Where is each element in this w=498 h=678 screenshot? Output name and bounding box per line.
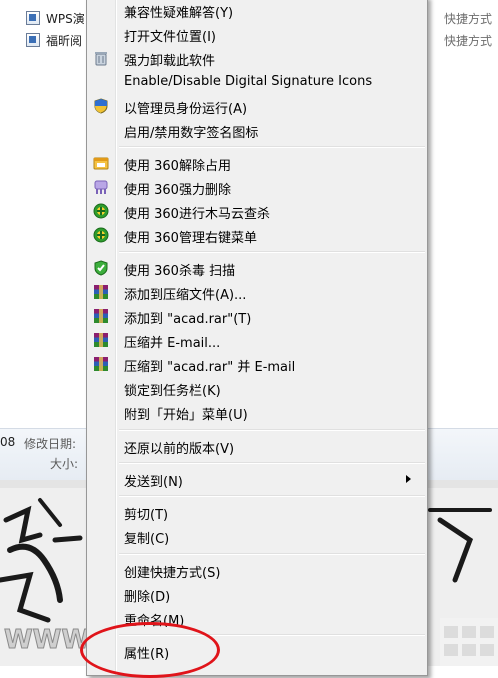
menu-item-compress-and-email[interactable]: 压缩并 E-mail... bbox=[89, 328, 425, 352]
menu-item-delete[interactable]: 删除(D) bbox=[89, 582, 425, 606]
menu-separator bbox=[119, 495, 425, 497]
menu-separator bbox=[119, 634, 425, 636]
menu-item-label: 强力卸载此软件 bbox=[124, 54, 216, 69]
menu-item-force-uninstall[interactable]: 强力卸载此软件 bbox=[89, 46, 425, 70]
menu-item-label: 还原以前的版本(V) bbox=[124, 442, 235, 457]
menu-item-label: 启用/禁用数字签名图标 bbox=[124, 126, 259, 141]
menu-separator bbox=[119, 146, 425, 148]
menu-item-label: 以管理员身份运行(A) bbox=[124, 102, 248, 117]
file-name: WPS演 bbox=[46, 12, 85, 26]
menu-item-label: Enable/Disable Digital Signature Icons bbox=[124, 74, 373, 89]
menu-item-label: 属性(R) bbox=[124, 647, 170, 662]
submenu-arrow-icon bbox=[406, 475, 411, 483]
shortcut-file-icon bbox=[26, 33, 40, 47]
menu-item-pin-to-taskbar[interactable]: 锁定到任务栏(K) bbox=[89, 376, 425, 400]
menu-item-label: 打开文件位置(I) bbox=[124, 30, 216, 45]
menu-item-label: 使用 360解除占用 bbox=[124, 159, 231, 174]
360-cloud-scan-icon bbox=[93, 203, 109, 219]
menu-item-label: 删除(D) bbox=[124, 590, 171, 605]
winrar-icon bbox=[94, 357, 108, 371]
menu-item-label: 兼容性疑难解答(Y) bbox=[124, 6, 234, 21]
menu-item-label: 使用 360强力删除 bbox=[124, 183, 231, 198]
menu-item-pin-to-start[interactable]: 附到「开始」菜单(U) bbox=[89, 400, 425, 424]
context-menu: 兼容性疑难解答(Y) 打开文件位置(I) 强力卸载此软件 Enable/Disa… bbox=[86, 0, 428, 676]
menu-item-label: 发送到(N) bbox=[124, 475, 183, 490]
menu-item-restore-previous-versions[interactable]: 还原以前的版本(V) bbox=[89, 434, 425, 458]
menu-item-label: 附到「开始」菜单(U) bbox=[124, 408, 248, 423]
menu-item-360-cloud-scan[interactable]: 使用 360进行木马云查杀 bbox=[89, 199, 425, 223]
menu-item-label: 使用 360管理右键菜单 bbox=[124, 231, 257, 246]
menu-item-label: 添加到压缩文件(A)... bbox=[124, 288, 247, 303]
menu-item-rename[interactable]: 重命名(M) bbox=[89, 606, 425, 630]
menu-item-360-antivirus-scan[interactable]: 使用 360杀毒 扫描 bbox=[89, 256, 425, 280]
modified-date-label: 修改日期: bbox=[24, 437, 77, 451]
menu-item-compress-acad-and-email[interactable]: 压缩到 "acad.rar" 并 E-mail bbox=[89, 352, 425, 376]
menu-item-360-unlock[interactable]: 使用 360解除占用 bbox=[89, 151, 425, 175]
360-shred-icon bbox=[94, 180, 108, 194]
menu-item-cut[interactable]: 剪切(T) bbox=[89, 500, 425, 524]
menu-item-add-to-archive[interactable]: 添加到压缩文件(A)... bbox=[89, 280, 425, 304]
menu-item-label: 创建快捷方式(S) bbox=[124, 566, 221, 581]
winrar-icon bbox=[94, 309, 108, 323]
menu-item-digital-signature-en[interactable]: Enable/Disable Digital Signature Icons bbox=[89, 70, 425, 94]
360-unlock-icon bbox=[93, 157, 109, 170]
menu-separator bbox=[119, 429, 425, 431]
menu-separator bbox=[119, 462, 425, 464]
menu-item-label: 使用 360杀毒 扫描 bbox=[124, 264, 236, 279]
winrar-icon bbox=[94, 333, 108, 347]
winrar-icon bbox=[94, 285, 108, 299]
menu-item-360-menu-manager[interactable]: 使用 360管理右键菜单 bbox=[89, 223, 425, 247]
360-menu-manager-icon bbox=[93, 227, 109, 243]
menu-separator bbox=[119, 251, 425, 253]
menu-item-360-shred[interactable]: 使用 360强力删除 bbox=[89, 175, 425, 199]
menu-item-send-to[interactable]: 发送到(N) bbox=[89, 467, 425, 491]
menu-item-label: 重命名(M) bbox=[124, 614, 185, 629]
svg-text:WWW: WWW bbox=[4, 625, 90, 655]
watermark-logo bbox=[440, 618, 498, 666]
menu-item-add-to-acad-rar[interactable]: 添加到 "acad.rar"(T) bbox=[89, 304, 425, 328]
file-type: 快捷方式 bbox=[444, 34, 493, 48]
360-antivirus-icon bbox=[94, 260, 108, 276]
uac-shield-icon bbox=[94, 98, 108, 114]
menu-separator bbox=[119, 553, 425, 555]
menu-item-label: 添加到 "acad.rar"(T) bbox=[124, 312, 252, 327]
menu-item-label: 锁定到任务栏(K) bbox=[124, 384, 221, 399]
menu-item-compat-troubleshoot[interactable]: 兼容性疑难解答(Y) bbox=[89, 0, 425, 22]
file-type: 快捷方式 bbox=[444, 12, 493, 26]
menu-item-digital-signature-cn[interactable]: 启用/禁用数字签名图标 bbox=[89, 118, 425, 142]
menu-item-label: 使用 360进行木马云查杀 bbox=[124, 207, 270, 222]
menu-item-run-as-admin[interactable]: 以管理员身份运行(A) bbox=[89, 94, 425, 118]
shortcut-file-icon bbox=[26, 11, 40, 25]
menu-item-properties[interactable]: 属性(R) bbox=[89, 639, 425, 663]
size-label: 大小: bbox=[50, 457, 79, 471]
file-name: 福昕阅 bbox=[46, 34, 83, 48]
menu-item-copy[interactable]: 复制(C) bbox=[89, 524, 425, 548]
menu-item-label: 复制(C) bbox=[124, 532, 170, 547]
detail-value: 08 bbox=[0, 435, 16, 449]
menu-item-open-file-location[interactable]: 打开文件位置(I) bbox=[89, 22, 425, 46]
menu-item-label: 压缩并 E-mail... bbox=[124, 336, 221, 351]
trash-icon bbox=[95, 52, 107, 66]
menu-item-label: 压缩到 "acad.rar" 并 E-mail bbox=[124, 360, 296, 375]
menu-item-label: 剪切(T) bbox=[124, 508, 169, 523]
menu-item-create-shortcut[interactable]: 创建快捷方式(S) bbox=[89, 558, 425, 582]
